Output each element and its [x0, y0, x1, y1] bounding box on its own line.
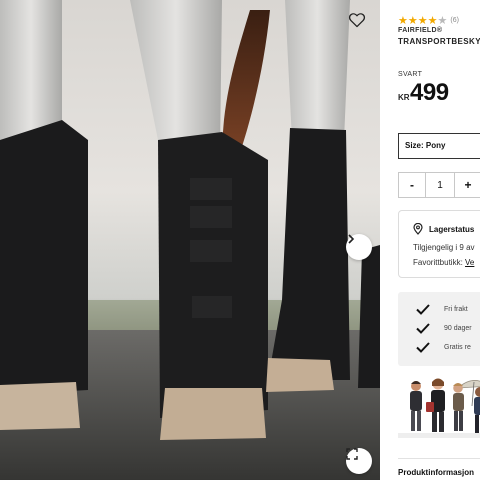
checkmark-icon — [416, 304, 430, 315]
product-info-panel: ★★★★★ (6) FAIRFIELD® TRANSPORTBESKYTTERE… — [380, 0, 480, 480]
star-icon: ★ — [407, 15, 418, 27]
price-currency: KR — [398, 93, 410, 102]
usp-item: Gratis re — [416, 342, 471, 353]
promo-illustration — [398, 378, 480, 438]
color-label: SVART — [398, 71, 423, 78]
usp-text: Gratis re — [444, 344, 471, 351]
star-icon: ★ — [417, 15, 428, 27]
price-amount: 499 — [410, 79, 449, 106]
expand-icon — [346, 448, 358, 460]
stock-status-panel: Lagerstatus Tilgjengelig i 9 av Favoritt… — [398, 210, 480, 278]
usp-text: Fri frakt — [444, 306, 468, 313]
chevron-right-icon — [348, 234, 355, 244]
favorite-button[interactable] — [348, 12, 372, 36]
favorite-store-label: Favorittbutikk: — [413, 258, 463, 267]
fullscreen-button[interactable] — [346, 448, 372, 474]
quantity-stepper: - 1 + — [398, 172, 480, 198]
next-image-button[interactable] — [346, 234, 372, 260]
checkmark-icon — [416, 323, 430, 334]
star-icon: ★ — [437, 15, 448, 27]
favorite-store: Favorittbutikk: Ve — [413, 258, 474, 267]
star-icon: ★ — [427, 15, 438, 27]
heart-icon — [348, 13, 366, 28]
size-select-label: Size: Pony — [405, 141, 446, 150]
review-count[interactable]: (6) — [450, 17, 459, 24]
divider — [398, 458, 480, 459]
favorite-store-link[interactable]: Ve — [465, 258, 474, 267]
quantity-increase-button[interactable]: + — [455, 173, 480, 197]
usp-item: Fri frakt — [416, 304, 468, 315]
usp-text: 90 dager — [444, 325, 472, 332]
stock-status-title: Lagerstatus — [429, 224, 475, 234]
star-icon: ★ — [398, 15, 408, 27]
quantity-input[interactable]: 1 — [425, 173, 455, 197]
map-pin-icon — [413, 223, 423, 235]
quantity-decrease-button[interactable]: - — [399, 173, 425, 197]
product-brand[interactable]: FAIRFIELD® — [398, 27, 442, 34]
product-image-gallery[interactable] — [0, 0, 380, 480]
usp-list: Fri frakt 90 dager Gratis re — [398, 292, 480, 366]
promo-banner[interactable] — [398, 376, 480, 438]
checkmark-icon — [416, 342, 430, 353]
size-select[interactable]: Size: Pony — [398, 133, 480, 159]
product-photo — [0, 0, 380, 480]
tab-product-info[interactable]: Produktinformasjon — [398, 468, 474, 477]
stock-status-header: Lagerstatus — [413, 223, 474, 235]
product-title: TRANSPORTBESKYTTERE — [398, 37, 480, 46]
usp-item: 90 dager — [416, 323, 472, 334]
stock-availability: Tilgjengelig i 9 av — [413, 243, 475, 252]
